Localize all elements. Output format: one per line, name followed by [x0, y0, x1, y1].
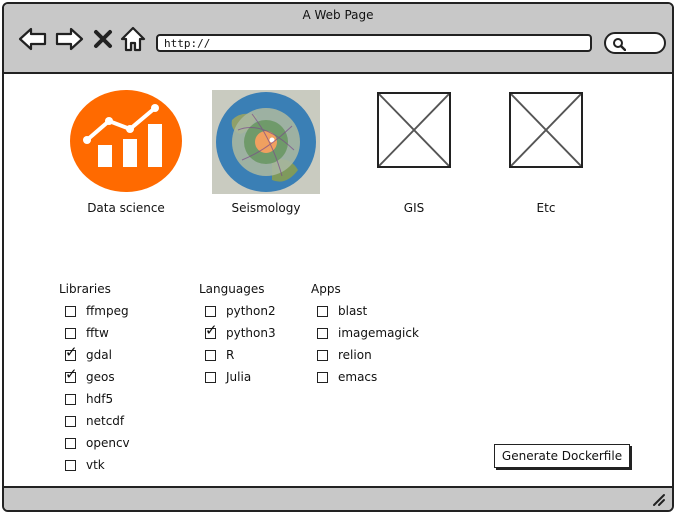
- apps-title: Apps: [311, 282, 341, 296]
- generate-dockerfile-button[interactable]: Generate Dockerfile: [494, 444, 630, 468]
- checkbox[interactable]: [317, 327, 328, 339]
- address-bar-text: http://: [164, 37, 211, 50]
- checkmark-icon: ✓: [65, 364, 78, 383]
- checkbox[interactable]: [65, 415, 76, 427]
- checkmark-icon: ✓: [65, 342, 78, 361]
- tile-gis[interactable]: GIS: [354, 90, 474, 220]
- checkbox-item[interactable]: blast: [311, 300, 419, 322]
- checkbox-item[interactable]: python2: [199, 300, 276, 322]
- checkbox-item[interactable]: ✓ python3: [199, 322, 276, 344]
- image-placeholder: [509, 90, 583, 168]
- image-placeholder: [377, 90, 451, 168]
- checkbox-item[interactable]: opencv: [59, 432, 130, 454]
- checkbox-label: python3: [226, 326, 276, 340]
- search-icon: [613, 38, 626, 51]
- checkbox-item[interactable]: fftw: [59, 322, 130, 344]
- tile-label: GIS: [403, 201, 425, 215]
- checkbox-label: ffmpeg: [86, 304, 129, 318]
- window-title: A Web Page: [302, 8, 374, 22]
- checkbox[interactable]: [65, 393, 76, 405]
- checkbox[interactable]: [65, 437, 76, 449]
- languages-list: Languages python2 ✓ python3 R Julia: [199, 280, 276, 388]
- tile-label: Etc: [536, 201, 556, 215]
- checkbox-item[interactable]: netcdf: [59, 410, 130, 432]
- checkbox-label: imagemagick: [338, 326, 419, 340]
- checkbox[interactable]: [317, 349, 328, 361]
- search-box[interactable]: [604, 32, 666, 54]
- checkbox[interactable]: [65, 305, 76, 317]
- checkbox-item[interactable]: Julia: [199, 366, 276, 388]
- browser-window: A Web Page http:// Data science Seismolo…: [2, 2, 674, 512]
- languages-title: Languages: [199, 282, 265, 296]
- back-arrow-icon[interactable]: [18, 26, 48, 52]
- checkbox-item[interactable]: imagemagick: [311, 322, 419, 344]
- checkbox-item[interactable]: relion: [311, 344, 419, 366]
- checkbox-label: hdf5: [86, 392, 114, 406]
- checkbox[interactable]: [205, 305, 216, 317]
- checkbox-item[interactable]: hdf5: [59, 388, 130, 410]
- checkbox-label: gdal: [86, 348, 112, 362]
- checkbox-item[interactable]: vtk: [59, 454, 130, 476]
- checkbox[interactable]: [317, 305, 328, 317]
- apps-list: Apps blast imagemagick relion emacs: [311, 280, 419, 388]
- checkbox[interactable]: [317, 371, 328, 383]
- checkbox-label: emacs: [338, 370, 378, 384]
- tile-seismology[interactable]: Seismology: [206, 90, 326, 220]
- checkbox-label: blast: [338, 304, 368, 318]
- checkbox-item[interactable]: emacs: [311, 366, 419, 388]
- checkbox-label: opencv: [86, 436, 130, 450]
- home-icon[interactable]: [120, 26, 146, 52]
- libraries-list: Libraries ffmpeg fftw ✓ gdal ✓ geos hdf5 n…: [59, 280, 130, 476]
- checkbox-label: vtk: [86, 458, 105, 472]
- checkbox-item[interactable]: R: [199, 344, 276, 366]
- address-bar[interactable]: http://: [156, 34, 592, 52]
- checkbox-item[interactable]: ✓ geos: [59, 366, 130, 388]
- status-bar: [4, 486, 672, 510]
- checkbox[interactable]: [205, 349, 216, 361]
- close-icon[interactable]: [92, 26, 114, 52]
- browser-toolbar: A Web Page http://: [4, 4, 672, 74]
- checkbox[interactable]: [65, 459, 76, 471]
- checkbox[interactable]: ✓: [205, 322, 218, 339]
- checkbox[interactable]: ✓: [65, 344, 78, 361]
- tile-label: Seismology: [231, 201, 301, 215]
- checkbox-item[interactable]: ffmpeg: [59, 300, 130, 322]
- checkbox-label: geos: [86, 370, 115, 384]
- checkbox[interactable]: ✓: [65, 366, 78, 383]
- checkbox-label: Julia: [226, 370, 252, 384]
- checkbox-label: R: [226, 348, 235, 362]
- checkbox-label: relion: [338, 348, 372, 362]
- tile-label: Data science: [87, 201, 165, 215]
- checkbox-item[interactable]: ✓ gdal: [59, 344, 130, 366]
- resize-handle-icon[interactable]: [650, 491, 666, 507]
- checkbox[interactable]: [205, 371, 216, 383]
- checkbox-label: netcdf: [86, 414, 125, 428]
- forward-arrow-icon[interactable]: [54, 26, 84, 52]
- tile-etc[interactable]: Etc: [486, 90, 606, 220]
- earth-globe-image: [212, 90, 320, 198]
- checkmark-icon: ✓: [205, 320, 218, 339]
- libraries-title: Libraries: [59, 282, 111, 296]
- checkbox-label: fftw: [86, 326, 109, 340]
- checkbox-label: python2: [226, 304, 276, 318]
- data-science-chart-icon: [69, 90, 183, 198]
- tile-data-science[interactable]: Data science: [66, 90, 186, 220]
- checkbox[interactable]: [65, 327, 76, 339]
